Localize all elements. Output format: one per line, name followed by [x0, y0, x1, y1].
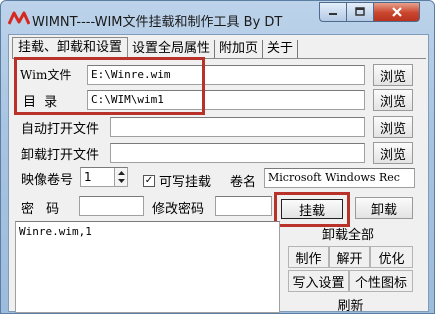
browse-directory-button[interactable]: 浏览 — [373, 89, 413, 111]
directory-input[interactable]: C:\WIM\wim1 — [87, 90, 365, 110]
optimize-button[interactable]: 优化 — [370, 246, 413, 268]
change-password-input[interactable] — [215, 196, 272, 216]
list-item[interactable]: Winre.wim,1 — [19, 225, 276, 238]
image-index-value: 1 — [84, 170, 92, 184]
spin-arrows-icon — [118, 171, 125, 183]
wim-file-label: Wim文件 — [20, 68, 72, 82]
browse-wim-button[interactable]: 浏览 — [373, 64, 413, 86]
window-title: WIMNT----WIM文件挂载和制作工具 By DT — [32, 15, 283, 30]
auto-open-input[interactable] — [110, 117, 365, 137]
app-logo-icon — [8, 11, 30, 25]
auto-open-label: 自动打开文件 — [21, 122, 100, 137]
volume-name-label: 卷名 — [230, 175, 257, 190]
refresh-button[interactable]: 刷新 — [288, 293, 413, 314]
maximize-button[interactable] — [347, 2, 374, 22]
close-icon — [391, 7, 402, 17]
mounted-image-list[interactable]: Winre.wim,1 — [15, 221, 280, 313]
unmount-open-label: 卸载打开文件 — [21, 148, 100, 163]
directory-label: 目 录 — [23, 95, 60, 110]
mount-button[interactable]: 挂载 — [281, 199, 343, 219]
password-input[interactable] — [79, 196, 144, 216]
title-bar[interactable]: WIMNT----WIM文件挂载和制作工具 By DT — [1, 1, 434, 35]
tab-extra[interactable]: 附加页 — [215, 40, 264, 59]
tab-strip: 挂载、卸载和设置 设置全局属性 附加页 关于 — [12, 37, 299, 59]
tab-global-settings[interactable]: 设置全局属性 — [128, 40, 216, 59]
browse-unmount-open-button[interactable]: 浏览 — [373, 142, 413, 164]
make-button[interactable]: 制作 — [288, 246, 329, 268]
wim-file-input[interactable]: E:\Winre.wim — [87, 65, 365, 85]
extract-button[interactable]: 解开 — [329, 246, 370, 268]
app-window: WIMNT----WIM文件挂载和制作工具 By DT 挂载、卸载和设置 设置全… — [0, 0, 435, 314]
writable-label: 可写挂载 — [159, 175, 212, 190]
image-index-spinner[interactable] — [114, 168, 127, 186]
writable-checkbox[interactable]: ✓ — [143, 175, 155, 187]
maximize-icon — [355, 7, 365, 16]
close-button[interactable] — [374, 2, 420, 22]
minimize-button[interactable] — [319, 2, 347, 22]
change-password-label: 修改密码 — [152, 202, 205, 217]
custom-icon-button[interactable]: 个性图标 — [349, 270, 413, 292]
browse-auto-open-button[interactable]: 浏览 — [373, 116, 413, 138]
unmount-open-input[interactable] — [110, 143, 365, 163]
mount-label: 挂载 — [298, 203, 325, 219]
tab-about[interactable]: 关于 — [263, 40, 299, 59]
write-settings-button[interactable]: 写入设置 — [288, 270, 349, 292]
image-index-label: 映像卷号 — [21, 173, 74, 188]
check-mark-icon: ✓ — [144, 175, 154, 186]
volume-name-input[interactable]: Microsoft Windows Rec — [264, 168, 415, 188]
password-label: 密 码 — [21, 202, 64, 217]
unmount-button[interactable]: 卸载 — [355, 197, 413, 219]
minimize-icon — [329, 13, 337, 15]
unmount-all-button[interactable]: 卸载全部 — [285, 222, 411, 244]
tab-mount-unmount[interactable]: 挂载、卸载和设置 — [12, 37, 129, 59]
